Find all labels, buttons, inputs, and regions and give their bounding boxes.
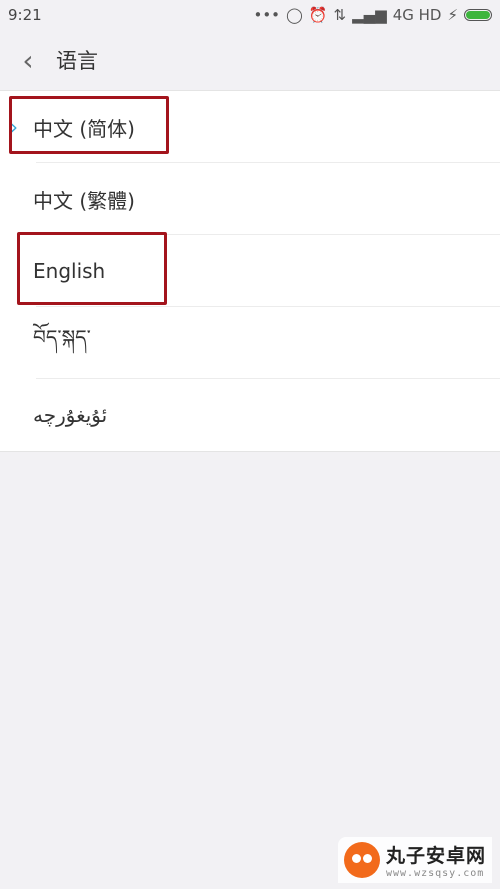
more-dots-icon: ••• [253, 6, 281, 24]
page-title: 语言 [56, 49, 98, 73]
language-label: 中文 (繁體) [33, 188, 135, 213]
language-label: 中文 (简体) [33, 116, 135, 141]
back-arrow-icon: ‹ [22, 43, 34, 77]
language-label: English [33, 259, 106, 283]
network-type: 4G HD [392, 6, 442, 24]
back-button[interactable]: ‹ [0, 30, 56, 90]
status-icons: ••• ◯ ⏰ ⇅ ▂▄▆ 4G HD ⚡ [253, 6, 492, 24]
clock: 9:21 [8, 6, 42, 24]
language-label: བོད་སྐད་ [33, 325, 91, 349]
language-item-zh-hans[interactable]: › 中文 (简体) [0, 91, 500, 163]
charging-icon: ⚡ [447, 6, 458, 24]
alarm-icon: ⏰ [308, 6, 328, 24]
language-item-uyghur[interactable]: ئۇيغۇرچە [0, 379, 500, 451]
watermark-url: www.wzsqsy.com [385, 868, 485, 879]
status-bar: 9:21 ••• ◯ ⏰ ⇅ ▂▄▆ 4G HD ⚡ [0, 0, 500, 30]
watermark-logo-icon [343, 842, 380, 878]
language-list: › 中文 (简体) 中文 (繁體) English བོད་སྐད་ ئۇيغۇ… [0, 90, 500, 452]
language-item-tibetan[interactable]: བོད་སྐད་ [0, 307, 500, 379]
language-item-zh-hant[interactable]: 中文 (繁體) [0, 163, 500, 235]
language-label: ئۇيغۇرچە [33, 403, 108, 427]
data-transfer-icon: ⇅ [333, 6, 347, 24]
watermark-name: 丸子安卓网 [385, 845, 486, 867]
app-header: ‹ 语言 [0, 30, 500, 90]
sync-icon: ◯ [286, 6, 303, 24]
watermark: 丸子安卓网 www.wzsqsy.com [337, 837, 492, 883]
selected-check-icon: › [10, 115, 18, 139]
language-item-english[interactable]: English [0, 235, 500, 307]
battery-icon [464, 9, 492, 21]
signal-icon: ▂▄▆ [352, 6, 387, 24]
